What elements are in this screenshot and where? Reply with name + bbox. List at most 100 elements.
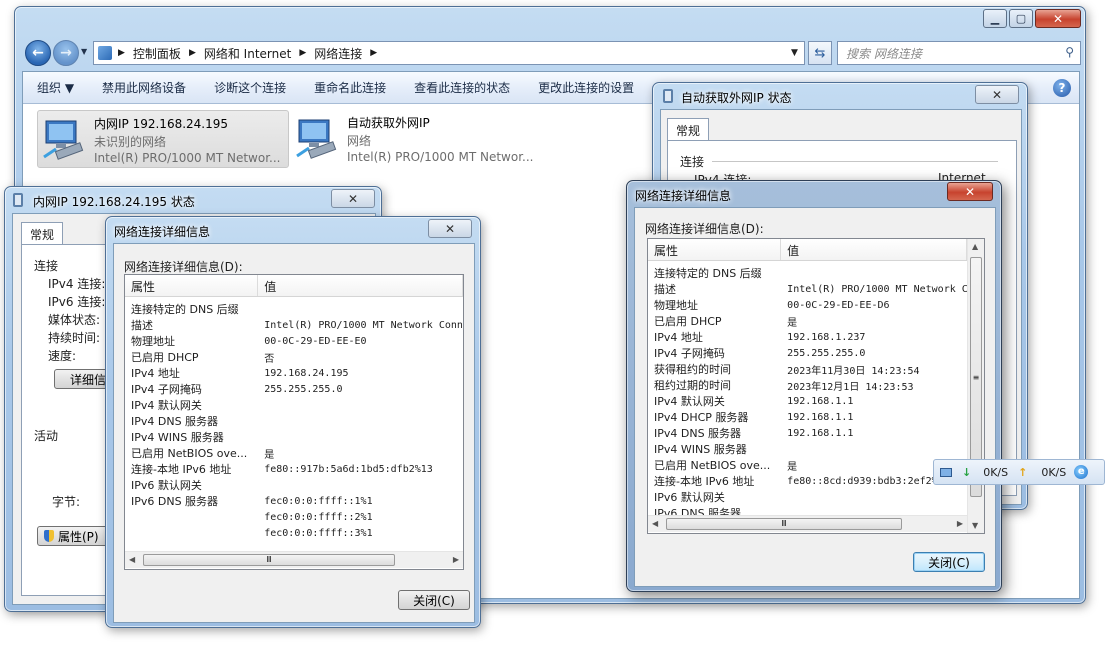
list-item[interactable]: 已启用 NetBIOS ove... 是: [125, 445, 463, 461]
list-item[interactable]: IPv6 默认网关: [648, 489, 967, 505]
refresh-icon[interactable]: ⇆: [808, 41, 832, 65]
list-item[interactable]: IPv4 WINS 服务器: [125, 429, 463, 445]
list-item[interactable]: IPv4 地址 192.168.1.237: [648, 329, 967, 345]
network-status-icon: [13, 193, 23, 207]
back-button[interactable]: ←: [25, 40, 51, 66]
network-speed-widget[interactable]: ↓ 0K/S ↑ 0K/S e: [933, 459, 1105, 485]
search-placeholder: 搜索 网络连接: [846, 46, 922, 61]
property-value: fec0:0:0:ffff::1%1: [264, 495, 373, 507]
history-dropdown-icon[interactable]: ▼: [81, 47, 87, 56]
rename-command[interactable]: 重命名此连接: [300, 79, 400, 96]
maximize-button[interactable]: ▢: [1009, 9, 1033, 28]
list-item[interactable]: 租约过期的时间 2023年12月1日 14:23:53: [648, 377, 967, 393]
upload-speed: 0K/S: [1041, 465, 1067, 479]
property-name: IPv4 WINS 服务器: [131, 431, 224, 444]
property-value: 192.168.1.1: [787, 427, 854, 439]
list-item[interactable]: fec0:0:0:ffff::2%1: [125, 509, 463, 525]
breadcrumb-network-connections[interactable]: 网络连接: [314, 45, 362, 62]
download-arrow-icon: ↓: [962, 465, 972, 479]
address-bar[interactable]: ▶ 控制面板 ▶ 网络和 Internet ▶ 网络连接 ▶: [93, 41, 805, 65]
list-header: 属性 值: [125, 275, 463, 297]
view-status-command[interactable]: 查看此连接的状态: [400, 79, 524, 96]
list-item[interactable]: 连接-本地 IPv6 地址 fe80::8cd:d939:bdb3:2ef2%: [648, 473, 967, 489]
list-item[interactable]: 描述 Intel(R) PRO/1000 MT Network Conn: [125, 317, 463, 333]
adapter-item-external[interactable]: 自动获取外网IP 网络 Intel(R) PRO/1000 MT Networ.…: [291, 110, 543, 168]
list-item[interactable]: 描述 Intel(R) PRO/1000 MT Network C: [648, 281, 967, 297]
scroll-left-icon[interactable]: ◀: [652, 519, 658, 528]
scroll-right-icon[interactable]: ▶: [957, 519, 963, 528]
breadcrumb-control-panel[interactable]: 控制面板: [133, 45, 181, 62]
close-dialog-button[interactable]: ✕: [975, 85, 1019, 104]
list-item[interactable]: IPv6 DNS 服务器 fec0:0:0:ffff::1%1: [125, 493, 463, 509]
details-list[interactable]: 属性 值 连接特定的 DNS 后缀 描述 Intel(R) PRO/1000 MT …: [647, 238, 985, 534]
search-input[interactable]: 搜索 网络连接 ⚲: [837, 41, 1081, 65]
diagnose-command[interactable]: 诊断这个连接: [200, 79, 300, 96]
organize-menu[interactable]: 组织 ▼: [23, 79, 88, 96]
list-item[interactable]: IPv4 默认网关 192.168.1.1: [648, 393, 967, 409]
list-item[interactable]: IPv4 默认网关: [125, 397, 463, 413]
adapter-item-internal[interactable]: 内网IP 192.168.24.195 未识别的网络 Intel(R) PRO/…: [37, 110, 289, 168]
scroll-right-icon[interactable]: ▶: [453, 555, 459, 564]
list-item[interactable]: 连接-本地 IPv6 地址 fe80::917b:5a6d:1bd5:dfb2%1…: [125, 461, 463, 477]
close-button[interactable]: 关闭(C): [398, 590, 470, 610]
adapter-device: Intel(R) PRO/1000 MT Networ...: [347, 150, 534, 164]
breadcrumb-separator-icon: ▶: [370, 48, 378, 58]
property-name: IPv6 DNS 服务器: [131, 495, 219, 508]
close-window-button[interactable]: ✕: [1035, 9, 1081, 28]
list-item[interactable]: IPv4 子网掩码 255.255.255.0: [648, 345, 967, 361]
scroll-thumb[interactable]: Ⅲ: [666, 518, 902, 530]
close-dialog-button[interactable]: ✕: [428, 219, 472, 238]
breadcrumb-separator-icon: ▶: [299, 48, 307, 58]
list-item[interactable]: IPv4 DNS 服务器 192.168.1.1: [648, 425, 967, 441]
scroll-thumb[interactable]: Ⅲ: [143, 554, 395, 566]
horizontal-scrollbar[interactable]: ◀ Ⅲ ▶: [125, 551, 463, 568]
property-name: 已启用 NetBIOS ove...: [131, 447, 248, 460]
close-dialog-button[interactable]: ✕: [331, 189, 375, 208]
list-item[interactable]: IPv6 DNS 服务器: [648, 505, 967, 515]
horizontal-scrollbar[interactable]: ◀ Ⅲ ▶: [648, 515, 967, 532]
scroll-up-icon[interactable]: ▲: [972, 242, 978, 251]
details-list[interactable]: 属性 值 连接特定的 DNS 后缀 描述 Intel(R) PRO/1000 MT …: [124, 274, 464, 570]
list-item[interactable]: 物理地址 00-0C-29-ED-EE-D6: [648, 297, 967, 313]
scroll-left-icon[interactable]: ◀: [129, 555, 135, 564]
scroll-down-icon[interactable]: ▼: [972, 521, 978, 530]
details-caption: 网络连接详细信息(D):: [645, 222, 764, 236]
list-item[interactable]: IPv4 地址 192.168.24.195: [125, 365, 463, 381]
list-item[interactable]: 已启用 DHCP 是: [648, 313, 967, 329]
property-value: 192.168.1.237: [787, 331, 866, 343]
property-name: 获得租约的时间: [654, 363, 731, 376]
list-item[interactable]: 物理地址 00-0C-29-ED-EE-E0: [125, 333, 463, 349]
list-item[interactable]: IPv4 WINS 服务器: [648, 441, 967, 457]
list-item[interactable]: fec0:0:0:ffff::3%1: [125, 525, 463, 541]
close-button[interactable]: 关闭(C): [913, 552, 985, 572]
list-item[interactable]: IPv4 DHCP 服务器 192.168.1.1: [648, 409, 967, 425]
disable-device-command[interactable]: 禁用此网络设备: [88, 79, 200, 96]
column-header-value[interactable]: 值: [781, 239, 967, 260]
list-item[interactable]: IPv6 默认网关: [125, 477, 463, 493]
list-item[interactable]: IPv4 子网掩码 255.255.255.0: [125, 381, 463, 397]
column-header-value[interactable]: 值: [258, 275, 463, 296]
column-header-property[interactable]: 属性: [125, 275, 259, 296]
list-item[interactable]: 连接特定的 DNS 后缀: [648, 265, 967, 281]
forward-button[interactable]: →: [53, 40, 79, 66]
list-item[interactable]: 连接特定的 DNS 后缀: [125, 301, 463, 317]
property-value: Intel(R) PRO/1000 MT Network C: [787, 283, 967, 295]
help-icon[interactable]: ?: [1053, 79, 1071, 97]
list-item[interactable]: IPv4 DNS 服务器: [125, 413, 463, 429]
label-ipv4: IPv4 连接:: [48, 277, 106, 291]
address-dropdown-icon[interactable]: ▼: [791, 48, 798, 58]
breadcrumb-network-internet[interactable]: 网络和 Internet: [204, 45, 291, 62]
tab-general[interactable]: 常规: [21, 222, 64, 246]
tab-general[interactable]: 常规: [667, 118, 710, 142]
minimize-button[interactable]: ▁: [983, 9, 1007, 28]
breadcrumb-separator-icon: ▶: [188, 48, 196, 58]
list-item[interactable]: 获得租约的时间 2023年11月30日 14:23:54: [648, 361, 967, 377]
list-item[interactable]: 已启用 DHCP 否: [125, 349, 463, 365]
property-name: 连接-本地 IPv6 地址: [131, 463, 232, 476]
change-settings-command[interactable]: 更改此连接的设置: [524, 79, 648, 96]
list-item[interactable]: 已启用 NetBIOS ove... 是: [648, 457, 967, 473]
vertical-scrollbar[interactable]: ▲ ≡ ▼: [967, 239, 984, 533]
dialog-title: 内网IP 192.168.24.195 状态: [33, 195, 195, 209]
close-dialog-button[interactable]: ✕: [947, 182, 993, 201]
column-header-property[interactable]: 属性: [648, 239, 782, 260]
